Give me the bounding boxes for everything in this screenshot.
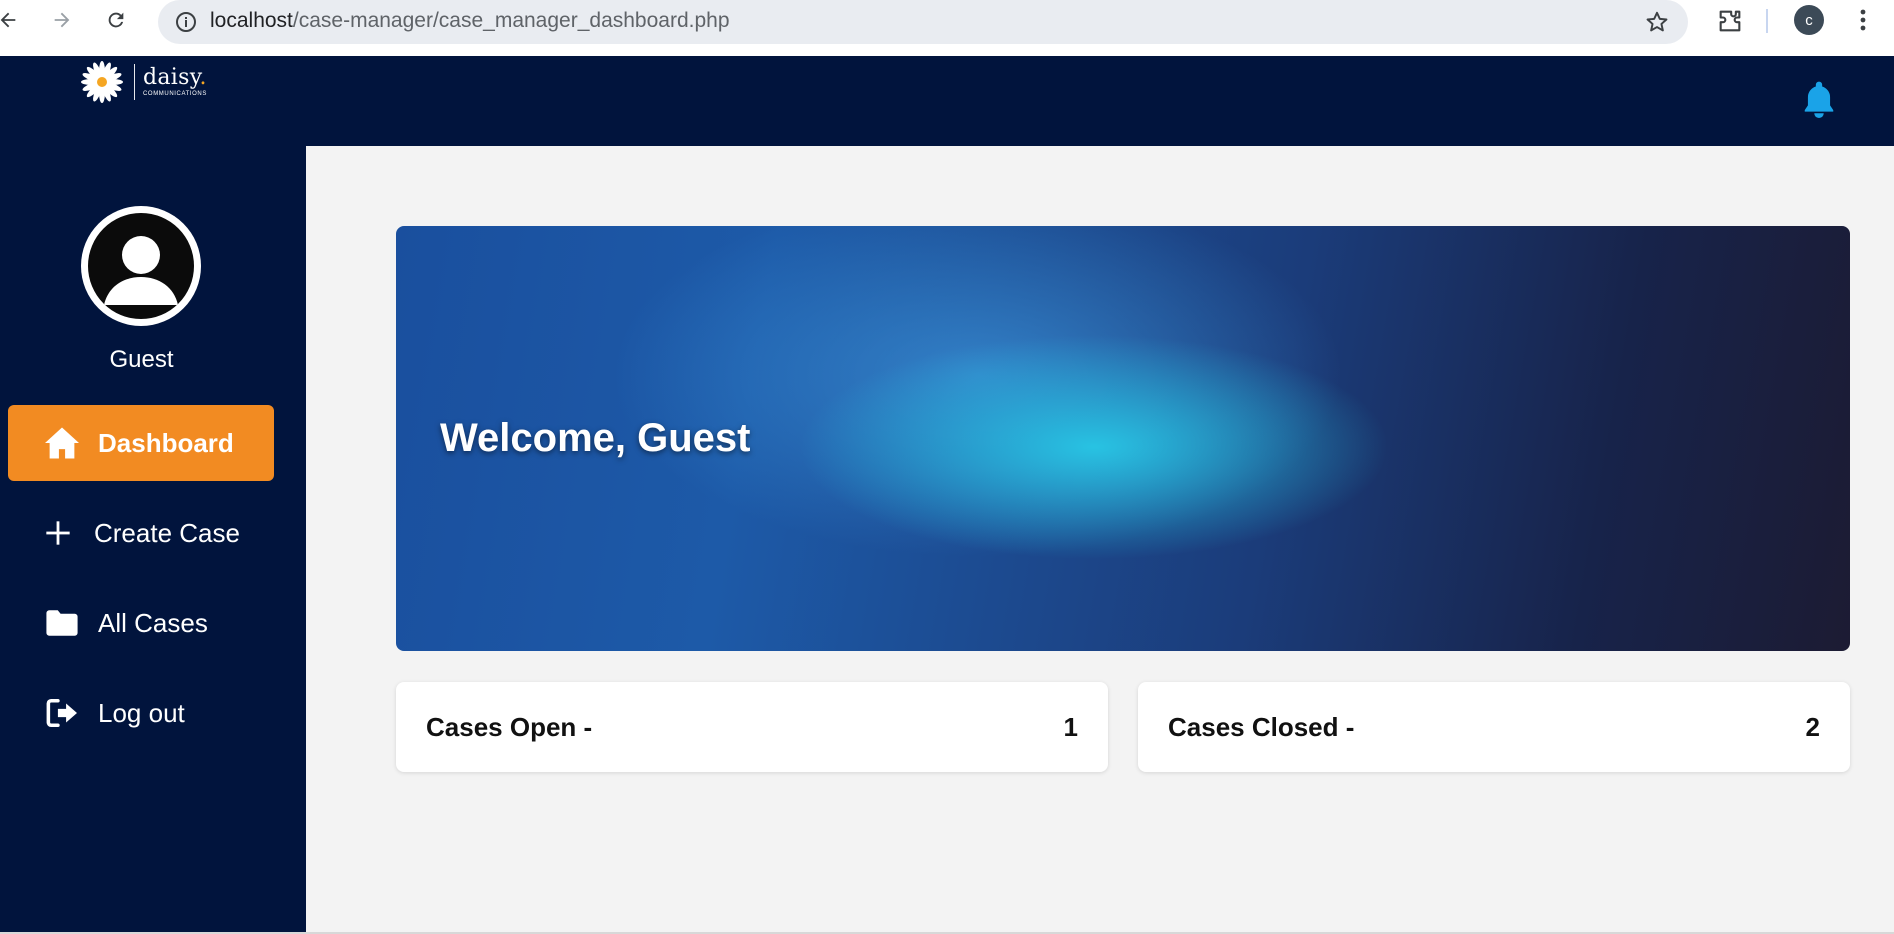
- stat-value: 2: [1805, 711, 1820, 742]
- person-icon: [104, 236, 178, 305]
- puzzle-icon[interactable]: [1716, 7, 1744, 35]
- sidebar-item-dashboard[interactable]: Dashboard: [8, 405, 274, 481]
- reload-icon: [108, 12, 124, 28]
- stat-value: 1: [1063, 711, 1078, 742]
- stat-label: Cases Closed -: [1168, 711, 1355, 742]
- logo-name: daisy: [143, 65, 200, 90]
- daisy-flower-icon: [81, 61, 123, 103]
- sidebar-item-label: All Cases: [98, 607, 208, 638]
- url-host: localhost: [210, 9, 293, 32]
- stat-label: Cases Open -: [426, 711, 593, 742]
- sidebar-item-create-case[interactable]: Create Case: [8, 495, 274, 571]
- welcome-title: Welcome, Guest: [440, 416, 751, 460]
- profile-avatar[interactable]: c: [1794, 5, 1824, 35]
- url-text[interactable]: localhost/case-manager/case_manager_dash…: [210, 0, 730, 44]
- plus-icon: [38, 513, 78, 553]
- logo-text: daisy. COMMUNICATIONS: [143, 66, 207, 98]
- sidebar-item-label: Log out: [98, 697, 185, 728]
- info-icon[interactable]: [174, 10, 198, 34]
- reload-button[interactable]: [102, 6, 130, 34]
- user-name: Guest: [109, 346, 174, 373]
- logo-divider: [134, 64, 135, 100]
- sidebar-item-label: Create Case: [94, 517, 240, 548]
- sidebar-item-all-cases[interactable]: All Cases: [8, 585, 274, 661]
- sidebar-item-log-out[interactable]: Log out: [8, 675, 274, 751]
- logo-dot: .: [199, 65, 207, 90]
- stat-card-cases-closed[interactable]: Cases Closed - 2: [1138, 682, 1850, 772]
- notification-bell-icon[interactable]: [1800, 78, 1838, 120]
- logo-subtitle: COMMUNICATIONS: [143, 91, 207, 97]
- arrow-right-icon: [54, 12, 70, 28]
- stat-card-cases-open[interactable]: Cases Open - 1: [396, 682, 1108, 772]
- address-bar[interactable]: localhost/case-manager/case_manager_dash…: [158, 0, 1688, 44]
- toolbar-separator: [1766, 9, 1768, 33]
- main-content: Welcome, Guest Cases Open - 1 Cases Clos…: [306, 146, 1894, 934]
- home-icon: [42, 423, 82, 463]
- back-button[interactable]: [0, 6, 22, 34]
- user-avatar-icon: [88, 213, 194, 319]
- more-vert-icon[interactable]: [1856, 6, 1870, 34]
- forward-button[interactable]: [48, 6, 76, 34]
- url-path: /case-manager/case_manager_dashboard.php: [292, 9, 730, 32]
- arrow-left-icon: [0, 12, 16, 28]
- sidebar: Guest Dashboard Create Case All Cases Lo…: [0, 146, 306, 934]
- daisy-logo[interactable]: daisy. COMMUNICATIONS: [78, 58, 207, 106]
- sidebar-item-label: Dashboard: [98, 427, 234, 458]
- user-avatar[interactable]: [81, 206, 201, 326]
- app-header: daisy. COMMUNICATIONS: [0, 56, 1894, 146]
- folder-icon: [42, 603, 82, 643]
- logo-wordmark: daisy.: [143, 66, 207, 90]
- star-icon[interactable]: [1644, 9, 1670, 35]
- welcome-banner: Welcome, Guest: [396, 226, 1850, 651]
- browser-toolbar: localhost/case-manager/case_manager_dash…: [0, 0, 1894, 44]
- logout-icon: [42, 693, 82, 733]
